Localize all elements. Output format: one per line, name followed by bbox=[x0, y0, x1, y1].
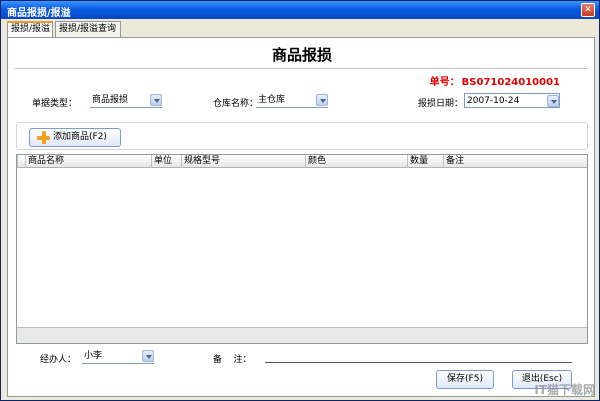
grid-summary-bar bbox=[17, 327, 587, 343]
warehouse-select[interactable]: 主仓库 bbox=[256, 93, 328, 108]
order-number-label: 单号： bbox=[429, 77, 460, 88]
order-number: 单号： BS071024010001 bbox=[428, 73, 560, 88]
chevron-down-icon[interactable] bbox=[142, 350, 154, 362]
date-label: 报损日期： bbox=[418, 99, 464, 109]
date-value: 2007-10-24 bbox=[467, 96, 520, 106]
chevron-down-icon[interactable] bbox=[316, 94, 328, 106]
tab-loss-overflow[interactable]: 报损/报溢 bbox=[7, 21, 53, 37]
order-number-value: BS071024010001 bbox=[461, 77, 560, 88]
product-grid[interactable]: 商品名称 单位 规格型号 颜色 数量 备注 bbox=[16, 154, 588, 344]
tab-loss-overflow-query[interactable]: 报损/报溢查询 bbox=[55, 21, 121, 37]
handler-label: 经办人： bbox=[40, 355, 77, 365]
add-product-button[interactable]: 添加商品(F2) bbox=[29, 128, 121, 147]
main-window: 商品报损/报溢 ✕ 报损/报溢 报损/报溢查询 商品报损 单号： BS071024… bbox=[0, 0, 600, 401]
column-header-remark[interactable]: 备注 bbox=[443, 155, 587, 168]
doc-type-select[interactable]: 商品报损 bbox=[90, 93, 162, 108]
form-panel: 商品报损 单号： BS071024010001 单据类型： 商品报损 仓库名称： … bbox=[7, 37, 595, 397]
column-header-spec[interactable]: 规格型号 bbox=[181, 155, 305, 168]
handler-value: 小李 bbox=[84, 351, 103, 361]
doc-type-label: 单据类型： bbox=[32, 99, 78, 109]
warehouse-label: 仓库名称： bbox=[213, 99, 259, 109]
remark-input[interactable] bbox=[265, 350, 572, 363]
title-divider bbox=[14, 68, 588, 70]
grid-header: 商品名称 单位 规格型号 颜色 数量 备注 bbox=[17, 155, 587, 168]
column-header-color[interactable]: 颜色 bbox=[305, 155, 407, 168]
save-button[interactable]: 保存(F5) bbox=[436, 370, 494, 389]
page-title: 商品报损 bbox=[271, 46, 332, 64]
doc-type-value: 商品报损 bbox=[92, 95, 129, 105]
title-bar[interactable]: 商品报损/报溢 ✕ bbox=[1, 1, 599, 19]
handler-select[interactable]: 小李 bbox=[82, 349, 154, 364]
warehouse-value: 主仓库 bbox=[258, 95, 286, 105]
watermark-logo: IT猫下载网 bbox=[534, 383, 595, 397]
column-header-qty[interactable]: 数量 bbox=[407, 155, 443, 168]
date-picker[interactable]: 2007-10-24 bbox=[464, 93, 560, 108]
column-header-unit[interactable]: 单位 bbox=[151, 155, 181, 168]
close-button[interactable]: ✕ bbox=[581, 3, 595, 17]
column-header-name[interactable]: 商品名称 bbox=[25, 155, 151, 168]
chevron-down-icon[interactable] bbox=[150, 94, 162, 106]
plus-icon bbox=[37, 131, 50, 144]
remark-label: 备 注： bbox=[213, 355, 252, 365]
window-title: 商品报损/报溢 bbox=[7, 8, 71, 19]
grid-row-header bbox=[17, 155, 25, 168]
chevron-down-icon[interactable] bbox=[547, 95, 559, 107]
add-product-label: 添加商品(F2) bbox=[53, 132, 107, 142]
toolbar-group: 添加商品(F2) bbox=[16, 122, 588, 150]
